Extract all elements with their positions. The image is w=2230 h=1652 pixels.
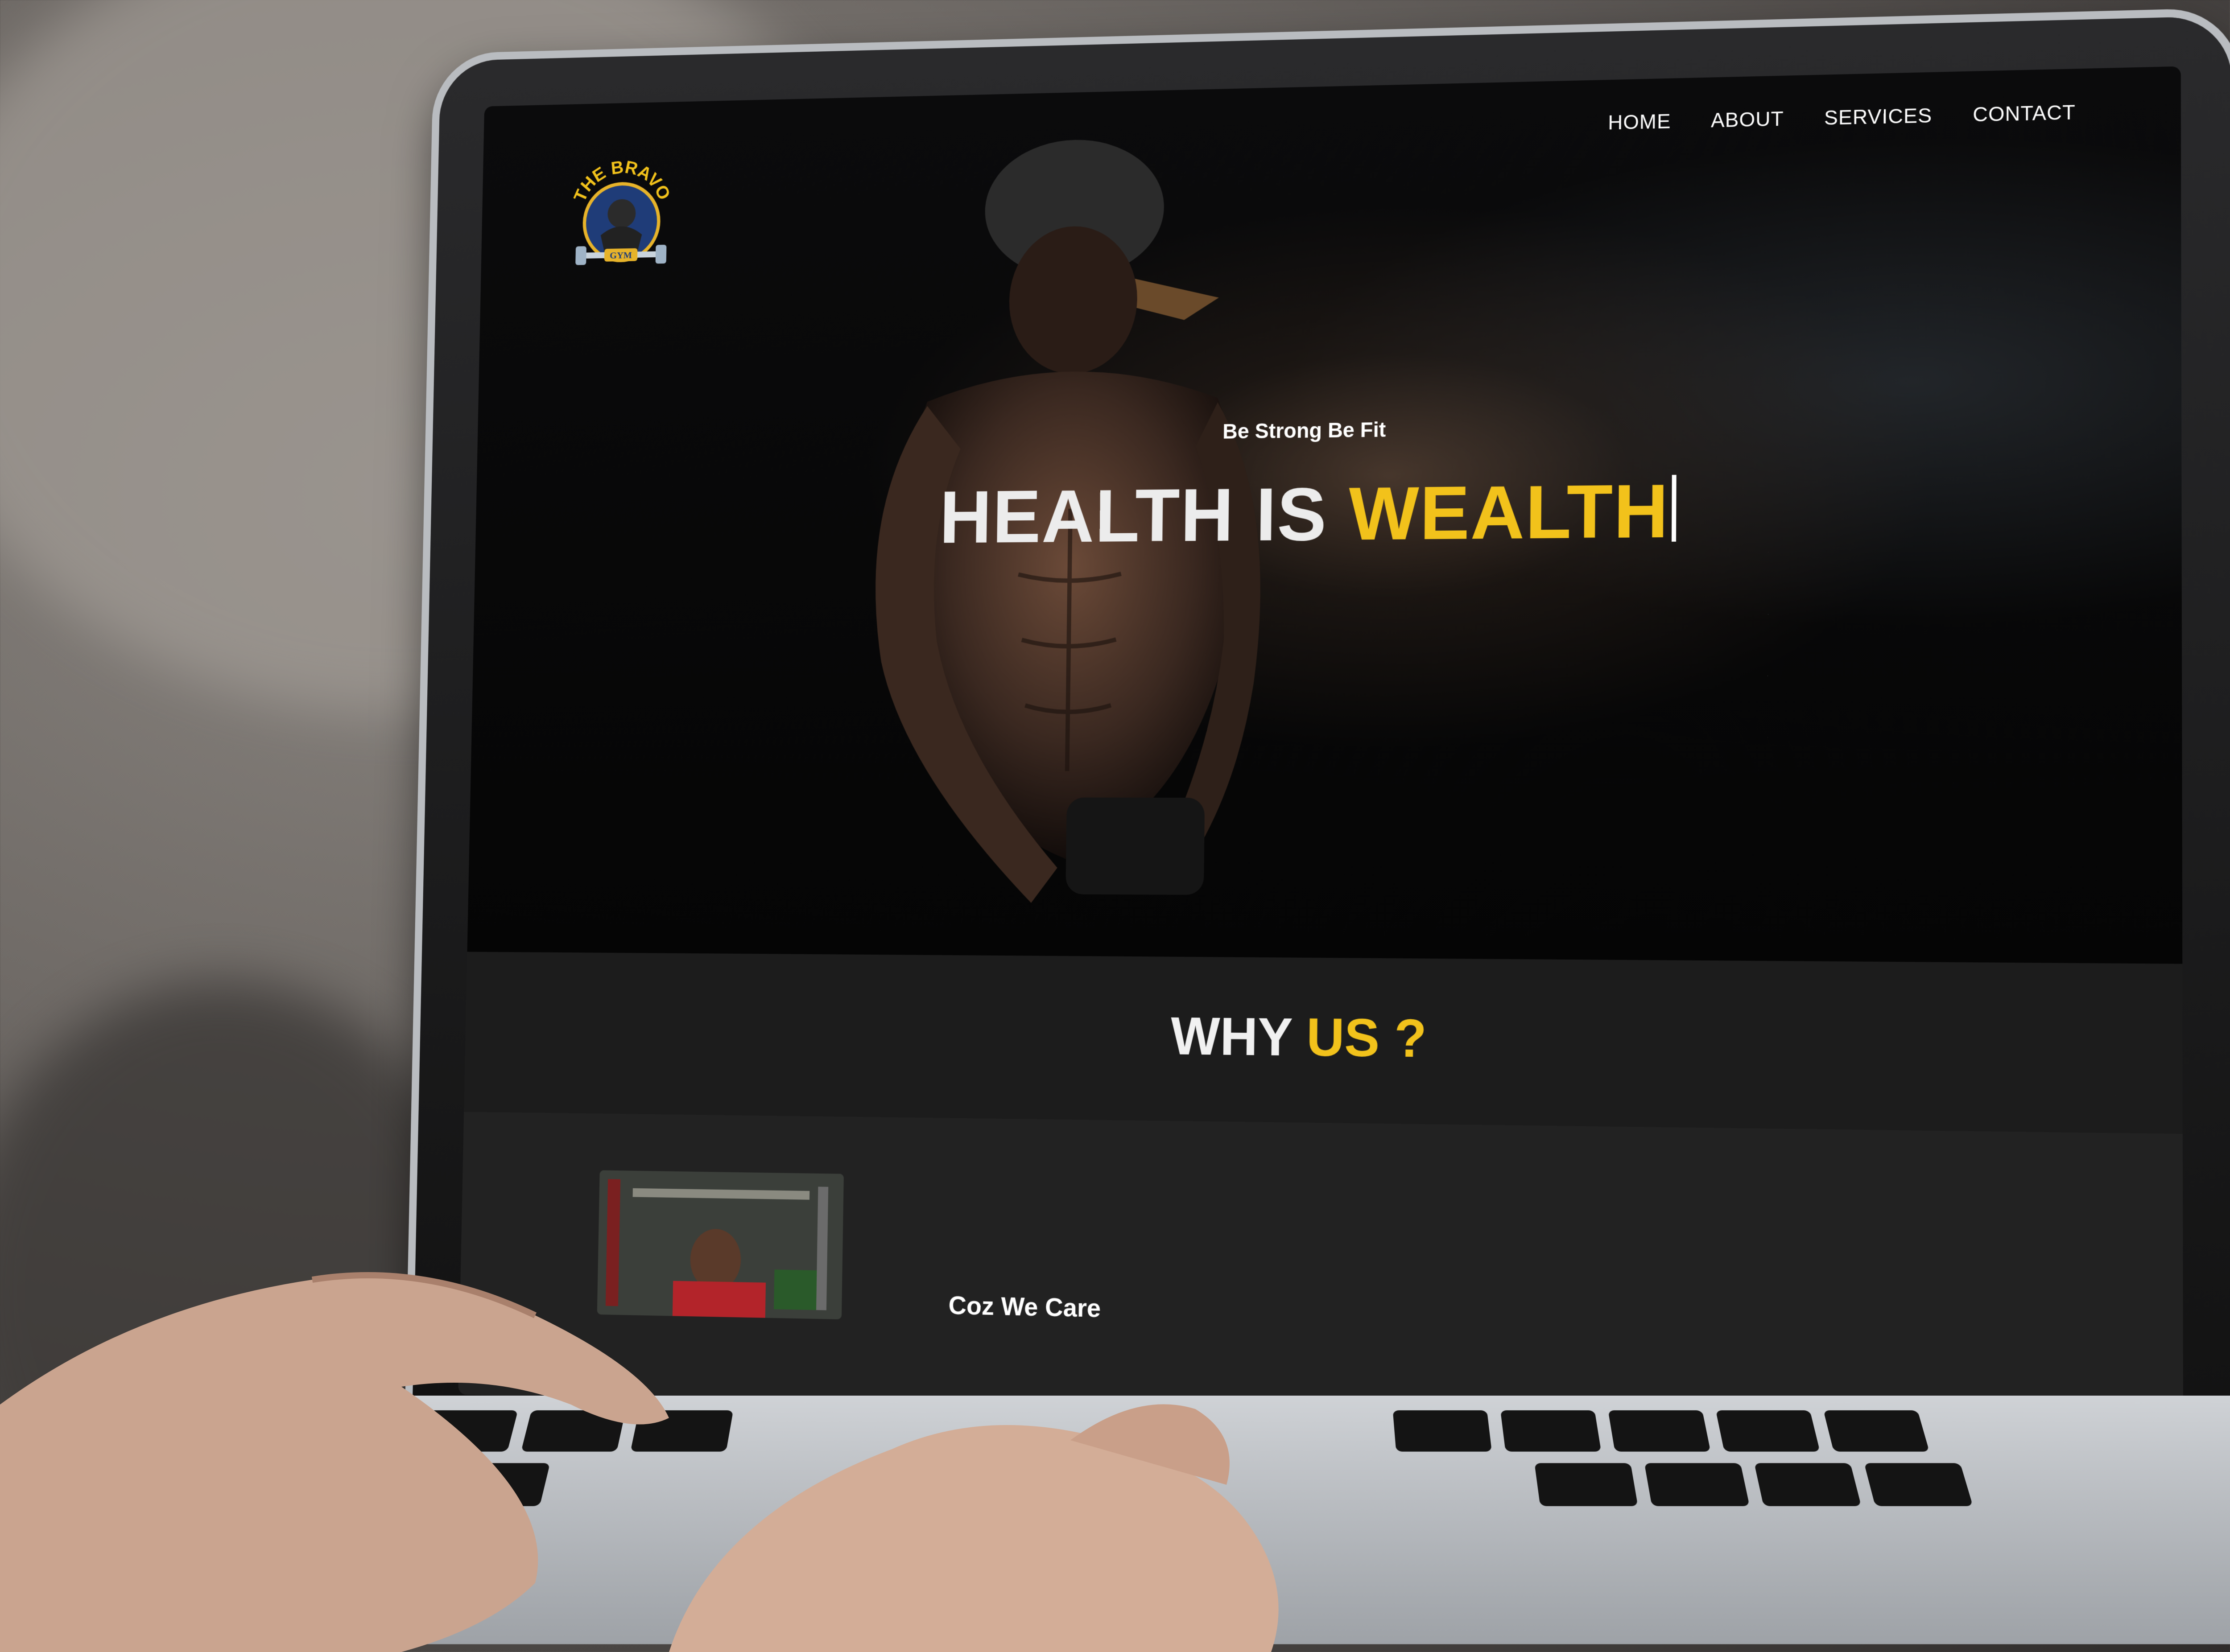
logo-badge-text: GYM (610, 250, 632, 261)
nav-home[interactable]: HOME (1608, 109, 1671, 134)
nav-services[interactable]: SERVICES (1824, 103, 1932, 130)
hero-headline: HEALTH IS WEALTH (475, 463, 2181, 564)
key (1644, 1463, 1750, 1506)
why-us-caption: Coz We Care (948, 1291, 1101, 1323)
why-title-white: WHY (1170, 1006, 1307, 1067)
why-us-title: WHY US ? (465, 999, 2183, 1078)
headline-accent-text: WEALTH (1348, 469, 1669, 556)
why-title-accent: US ? (1306, 1007, 1427, 1069)
key (1864, 1463, 1973, 1506)
key (1715, 1410, 1820, 1452)
main-nav: HOME ABOUT SERVICES CONTACT (1608, 100, 2075, 134)
gym-logo: THE BRAVO GYM (570, 156, 675, 283)
headline-white-text: HEALTH IS (939, 472, 1349, 559)
typing-caret (1672, 474, 1677, 542)
key (1823, 1410, 1930, 1452)
hero-section: THE BRAVO GYM HOME ABOUT SERVICES CONTAC… (467, 66, 2183, 964)
nav-contact[interactable]: CONTACT (1973, 100, 2075, 126)
key (1534, 1463, 1638, 1506)
key (1754, 1463, 1862, 1506)
key (1500, 1410, 1602, 1452)
key (1392, 1410, 1492, 1452)
right-hand (669, 1404, 1279, 1652)
key (1608, 1410, 1711, 1452)
nav-about[interactable]: ABOUT (1711, 107, 1784, 132)
